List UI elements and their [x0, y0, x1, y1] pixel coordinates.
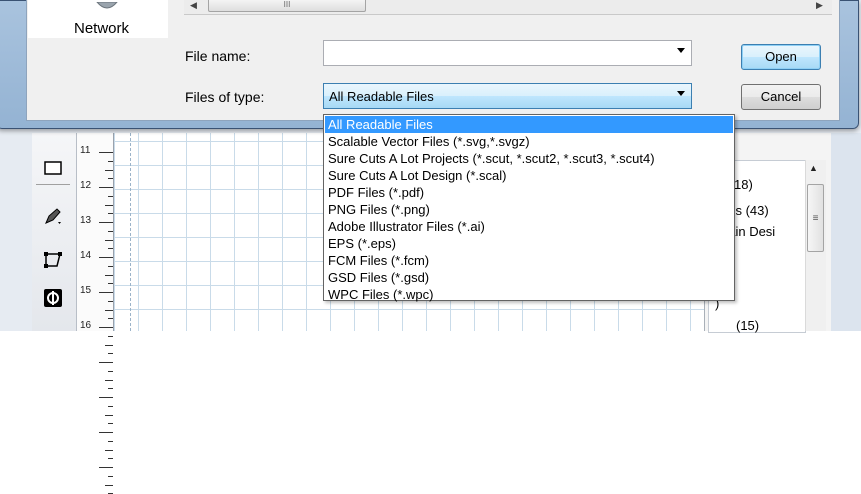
ruler-label: 11	[80, 145, 91, 156]
chevron-down-icon[interactable]	[677, 91, 685, 96]
ruler-tick	[99, 222, 113, 223]
horizontal-scroll-thumb[interactable]: III	[208, 0, 366, 12]
ruler-tick	[108, 353, 113, 355]
rectangle-tool-icon[interactable]	[42, 157, 64, 179]
file-type-option[interactable]: Sure Cuts A Lot Projects (*.scut, *.scut…	[325, 150, 733, 167]
ruler-tick	[105, 309, 113, 311]
ruler-tick	[105, 344, 113, 346]
scroll-up-arrow-icon[interactable]: ▲	[809, 163, 818, 173]
ruler-tick	[105, 239, 113, 241]
file-type-option[interactable]: PNG Files (*.png)	[325, 201, 733, 218]
file-type-option[interactable]: EPS (*.eps)	[325, 235, 733, 252]
scroll-right-arrow-icon[interactable]: ▶	[816, 0, 823, 11]
ruler-tick	[105, 484, 113, 486]
vertical-ruler: 11 12 13 14 15 16	[77, 133, 114, 494]
node-edit-tool-icon[interactable]	[42, 249, 64, 271]
ruler-tick	[108, 160, 113, 162]
ruler-tick	[105, 449, 113, 451]
file-type-option[interactable]: All Readable Files	[325, 116, 733, 133]
library-scroll-thumb[interactable]: ≡	[807, 184, 824, 252]
canvas-margin-guide	[130, 133, 132, 331]
pen-tool-icon[interactable]	[42, 205, 64, 227]
ruler-tick	[105, 274, 113, 276]
ruler-tick	[105, 379, 113, 381]
file-type-option[interactable]: Adobe Illustrator Files (*.ai)	[325, 218, 733, 235]
ruler-tick	[99, 292, 113, 293]
file-type-option[interactable]: WPC Files (*.wpc)	[325, 286, 733, 303]
ruler-tick	[108, 475, 113, 477]
ruler-tick	[108, 300, 113, 302]
ruler-tick	[108, 195, 113, 197]
network-nav-label[interactable]: Network	[74, 20, 129, 37]
ruler-tick	[108, 388, 113, 390]
ruler-tick	[99, 397, 113, 398]
weld-tool-icon[interactable]	[42, 287, 64, 309]
ruler-tick	[108, 178, 113, 180]
ruler-tick	[108, 405, 113, 407]
network-icon[interactable]	[95, 0, 119, 10]
ruler-tick	[99, 362, 113, 363]
files-of-type-label: Files of type:	[185, 89, 265, 105]
library-item[interactable]: 18)	[734, 177, 753, 192]
tool-divider	[36, 184, 70, 185]
ruler-tick	[108, 283, 113, 285]
files-of-type-value: All Readable Files	[329, 89, 434, 104]
ruler-tick	[99, 187, 113, 188]
cancel-button[interactable]: Cancel	[741, 84, 821, 110]
file-type-dropdown-list: All Readable Files Scalable Vector Files…	[323, 114, 735, 303]
ruler-label: 12	[80, 180, 92, 191]
ruler-tick	[108, 230, 113, 232]
file-name-label: File name:	[185, 48, 251, 64]
ruler-tick	[99, 327, 113, 328]
ruler-tick	[108, 440, 113, 442]
ruler-tick	[105, 169, 113, 171]
ruler-tick	[105, 414, 113, 416]
file-type-option[interactable]: Sure Cuts A Lot Design (*.scal)	[325, 167, 733, 184]
window-edge	[831, 133, 861, 331]
ruler-tick	[108, 265, 113, 267]
ruler-tick	[108, 248, 113, 250]
ruler-tick	[99, 467, 113, 468]
ruler-tick	[108, 213, 113, 215]
ruler-tick	[99, 257, 113, 258]
chevron-down-icon[interactable]	[677, 48, 685, 53]
files-of-type-select[interactable]: All Readable Files	[323, 83, 692, 109]
ruler-tick	[108, 423, 113, 425]
ruler-tick	[108, 318, 113, 320]
file-type-option[interactable]: Scalable Vector Files (*.svg,*.svgz)	[325, 133, 733, 150]
ruler-tick	[108, 458, 113, 460]
file-type-option[interactable]: PDF Files (*.pdf)	[325, 184, 733, 201]
ruler-tick	[105, 204, 113, 206]
ruler-tick	[99, 432, 113, 433]
ruler-tick	[99, 152, 113, 153]
file-type-option[interactable]: FCM Files (*.fcm)	[325, 252, 733, 269]
file-name-combobox[interactable]	[323, 40, 692, 66]
ruler-label: 14	[80, 250, 92, 261]
open-button[interactable]: Open	[741, 44, 821, 70]
ruler-label: 15	[80, 285, 92, 296]
ruler-label: 13	[80, 215, 92, 226]
tool-palette	[32, 133, 77, 331]
ruler-tick	[108, 335, 113, 337]
ruler-label: 16	[80, 320, 92, 331]
ruler-tick	[108, 370, 113, 372]
file-type-option[interactable]: GSD Files (*.gsd)	[325, 269, 733, 286]
scroll-left-arrow-icon[interactable]: ◀	[190, 0, 197, 11]
